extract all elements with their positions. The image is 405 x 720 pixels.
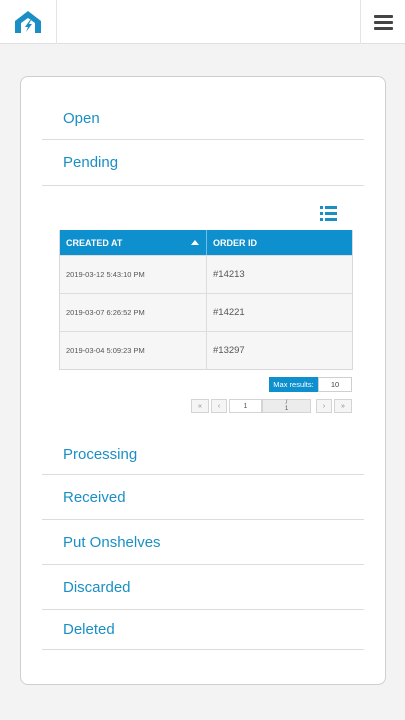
app-logo-icon xyxy=(15,11,41,33)
total-pages: 1 xyxy=(284,406,289,412)
status-deleted-label: Deleted xyxy=(63,621,115,638)
logo-button[interactable] xyxy=(0,0,57,44)
menu-button[interactable] xyxy=(360,0,405,44)
table-header: CREATED AT ORDER ID xyxy=(60,230,352,255)
status-open[interactable]: Open xyxy=(42,97,364,140)
top-bar xyxy=(0,0,405,44)
status-received-label: Received xyxy=(63,488,126,506)
page-number-input[interactable]: 1 xyxy=(229,399,262,413)
column-created-at-label: CREATED AT xyxy=(66,237,123,248)
page-total: / 1 xyxy=(262,399,311,413)
status-received[interactable]: Received xyxy=(42,475,364,520)
status-put-onshelves[interactable]: Put Onshelves xyxy=(42,520,364,565)
status-discarded-label: Discarded xyxy=(63,578,131,596)
cell-created-at: 2019-03-07 6:26:52 PM xyxy=(60,294,207,331)
first-page-button[interactable]: « xyxy=(191,399,209,413)
next-page-button[interactable]: › xyxy=(316,399,332,413)
status-open-label: Open xyxy=(63,109,100,127)
column-order-id[interactable]: ORDER ID xyxy=(207,230,352,255)
max-results-label: Max results: xyxy=(269,377,318,392)
status-put-onshelves-label: Put Onshelves xyxy=(63,533,161,551)
prev-page-button[interactable]: ‹ xyxy=(211,399,227,413)
status-pending[interactable]: Pending xyxy=(42,140,364,186)
max-results-input[interactable]: 10 xyxy=(318,377,352,392)
status-discarded[interactable]: Discarded xyxy=(42,565,364,610)
table-row[interactable]: 2019-03-12 5:43:10 PM #14213 xyxy=(60,255,352,293)
sort-ascending-icon xyxy=(191,240,199,245)
last-page-button[interactable]: » xyxy=(334,399,352,413)
orders-panel: Open Pending CREATED AT ORDER ID 2019-03… xyxy=(20,76,386,685)
orders-table: CREATED AT ORDER ID 2019-03-12 5:43:10 P… xyxy=(59,230,353,370)
list-view-icon[interactable] xyxy=(320,206,337,221)
cell-order-id: #13297 xyxy=(213,345,245,356)
cell-order-id: #14213 xyxy=(213,269,245,280)
table-row[interactable]: 2019-03-04 5:09:23 PM #13297 xyxy=(60,331,352,369)
status-pending-label: Pending xyxy=(63,154,119,171)
column-created-at[interactable]: CREATED AT xyxy=(60,230,207,255)
column-order-id-label: ORDER ID xyxy=(213,237,258,248)
cell-order-id: #14221 xyxy=(213,307,245,318)
cell-created-at: 2019-03-12 5:43:10 PM xyxy=(60,256,207,293)
status-processing-label: Processing xyxy=(63,445,138,463)
cell-created-at: 2019-03-04 5:09:23 PM xyxy=(60,332,207,369)
status-deleted[interactable]: Deleted xyxy=(42,610,364,650)
status-processing[interactable]: Processing xyxy=(42,434,364,475)
table-row[interactable]: 2019-03-07 6:26:52 PM #14221 xyxy=(60,293,352,331)
hamburger-menu-icon xyxy=(373,12,393,33)
